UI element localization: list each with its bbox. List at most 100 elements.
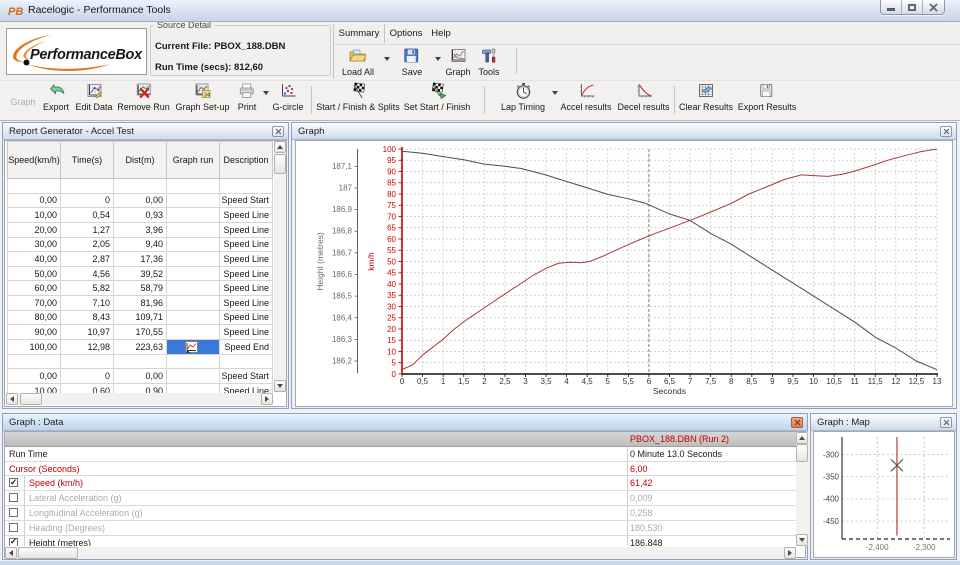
dropdown-caret-icon[interactable] — [435, 57, 441, 61]
column-header-time-s-[interactable]: Time(s) — [61, 142, 114, 179]
table-cell[interactable] — [167, 238, 220, 253]
toolbar-button-graph[interactable]: Graph — [445, 47, 470, 77]
parameter-checkbox[interactable] — [9, 508, 18, 517]
data-vertical-scrollbar[interactable] — [796, 432, 808, 546]
table-cell[interactable]: Speed Line — [220, 281, 273, 296]
table-cell[interactable] — [61, 179, 114, 194]
dropdown-caret-icon[interactable] — [263, 91, 269, 95]
parameter-checkbox[interactable]: ✓ — [9, 478, 18, 487]
report-generator-close-button[interactable] — [272, 126, 284, 137]
toolbar-button-clear-results[interactable]: Clear Results — [679, 82, 733, 112]
table-cell[interactable]: 40,00 — [7, 252, 61, 267]
scroll-up-button[interactable] — [274, 141, 286, 153]
table-cell[interactable]: 8,43 — [61, 311, 114, 326]
table-cell[interactable]: 223,63 — [114, 340, 167, 355]
table-cell[interactable]: 1,27 — [61, 223, 114, 238]
table-cell[interactable]: Speed End — [220, 340, 273, 355]
table-cell[interactable]: 60,00 — [7, 281, 61, 296]
table-cell[interactable] — [167, 208, 220, 223]
table-cell[interactable] — [114, 179, 167, 194]
column-header-graph-run[interactable]: Graph run — [167, 142, 220, 179]
table-cell[interactable] — [61, 355, 114, 370]
track-map-chart[interactable]: -300-350-400-450-2,400-2,300 — [814, 432, 955, 557]
table-cell[interactable]: 109,71 — [114, 311, 167, 326]
table-cell[interactable]: Speed Start — [220, 369, 273, 384]
toolbar-button-export[interactable]: Export — [43, 82, 69, 112]
scroll-right-button[interactable] — [784, 547, 796, 559]
table-cell[interactable]: Speed Line — [220, 252, 273, 267]
report-horizontal-scrollbar[interactable] — [6, 393, 273, 405]
toolbar-button-g-circle[interactable]: G-circle — [273, 82, 304, 112]
table-cell[interactable]: Speed Line — [220, 384, 273, 393]
table-cell[interactable] — [7, 355, 61, 370]
table-cell[interactable] — [167, 311, 220, 326]
dropdown-caret-icon[interactable] — [552, 91, 558, 95]
graph-panel-close-button[interactable] — [940, 126, 952, 137]
table-cell[interactable]: 10,00 — [7, 384, 61, 393]
table-cell[interactable]: 20,00 — [7, 223, 61, 238]
table-cell[interactable]: 2,05 — [61, 238, 114, 253]
parameter-checkbox[interactable] — [9, 523, 18, 532]
table-cell[interactable]: 0 — [61, 194, 114, 209]
table-cell[interactable]: 10,97 — [61, 325, 114, 340]
table-cell[interactable]: 0,60 — [61, 384, 114, 393]
scroll-down-button[interactable] — [796, 534, 808, 546]
table-cell[interactable]: 81,96 — [114, 296, 167, 311]
table-cell[interactable] — [167, 340, 220, 355]
table-cell[interactable]: 39,52 — [114, 267, 167, 282]
close-button[interactable] — [923, 0, 944, 14]
table-cell[interactable]: 58,79 — [114, 281, 167, 296]
table-cell[interactable]: Speed Line — [220, 311, 273, 326]
table-cell[interactable]: Speed Line — [220, 296, 273, 311]
table-cell[interactable]: Speed Start — [220, 194, 273, 209]
table-cell[interactable] — [167, 252, 220, 267]
table-cell[interactable]: 12,98 — [61, 340, 114, 355]
table-cell[interactable]: 9,40 — [114, 238, 167, 253]
table-cell[interactable]: 50,00 — [7, 267, 61, 282]
toolbar-button-save[interactable]: Save — [402, 47, 423, 77]
toolbar-button-graph-set-up[interactable]: 34Graph Set-up — [175, 82, 229, 112]
report-vertical-scrollbar[interactable] — [274, 141, 286, 392]
table-cell[interactable]: 70,00 — [7, 296, 61, 311]
scroll-left-button[interactable] — [6, 393, 18, 405]
table-cell[interactable]: Speed Line — [220, 223, 273, 238]
column-header-dist-m-[interactable]: Dist(m) — [114, 142, 167, 179]
parameter-checkbox[interactable] — [9, 493, 18, 502]
table-cell[interactable]: 4,56 — [61, 267, 114, 282]
table-cell[interactable]: 80,00 — [7, 311, 61, 326]
scroll-left-button[interactable] — [5, 547, 17, 559]
table-cell[interactable]: 5,82 — [61, 281, 114, 296]
toolbar-button-remove-run[interactable]: Remove Run — [117, 82, 170, 112]
table-cell[interactable] — [167, 194, 220, 209]
table-cell[interactable] — [220, 179, 273, 194]
dropdown-caret-icon[interactable] — [384, 57, 390, 61]
toolbar-button-accel-results[interactable]: Accel results — [560, 82, 611, 112]
maximize-button[interactable] — [902, 0, 923, 14]
table-cell[interactable]: Speed Line — [220, 238, 273, 253]
table-cell[interactable]: 170,55 — [114, 325, 167, 340]
graph-map-close-button[interactable] — [940, 417, 952, 428]
scroll-thumb[interactable] — [796, 444, 808, 462]
scroll-down-button[interactable] — [274, 380, 286, 392]
menu-item-summary[interactable]: Summary — [333, 26, 386, 41]
table-cell[interactable]: Speed Line — [220, 267, 273, 282]
table-cell[interactable] — [114, 355, 167, 370]
graph-data-close-button[interactable] — [791, 417, 803, 428]
menu-item-help[interactable]: Help — [425, 26, 457, 41]
table-cell[interactable]: 0,00 — [7, 369, 61, 384]
table-cell[interactable] — [220, 355, 273, 370]
scroll-thumb[interactable] — [20, 393, 42, 405]
speed-height-chart[interactable]: 186,2186,3186,4186,5186,6186,7186,8186,9… — [296, 141, 952, 406]
table-cell[interactable]: Speed Line — [220, 325, 273, 340]
table-cell[interactable] — [167, 179, 220, 194]
toolbar-button-set-start-finish[interactable]: Set Start / Finish — [404, 82, 471, 112]
column-header-speed-km-h-[interactable]: Speed(km/h) — [7, 142, 61, 179]
table-cell[interactable]: 0 — [61, 369, 114, 384]
table-cell[interactable]: 3,96 — [114, 223, 167, 238]
table-cell[interactable]: 17,36 — [114, 252, 167, 267]
table-cell[interactable]: 100,00 — [7, 340, 61, 355]
table-cell[interactable] — [167, 296, 220, 311]
table-cell[interactable]: 10,00 — [7, 208, 61, 223]
toolbar-button-start-finish-splits[interactable]: Start / Finish & Splits — [316, 82, 400, 112]
table-cell[interactable]: 30,00 — [7, 238, 61, 253]
